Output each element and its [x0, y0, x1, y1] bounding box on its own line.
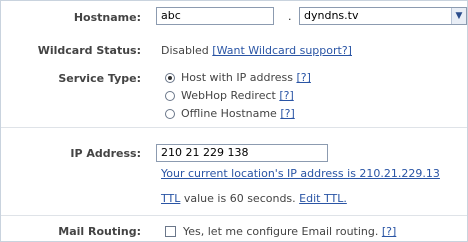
divider: [1, 127, 467, 128]
ttl-info: TTL value is 60 seconds. Edit TTL.: [161, 192, 347, 205]
wildcard-support-link[interactable]: [Want Wildcard support?]: [212, 44, 352, 57]
domain-select-value: dyndns.tv: [304, 9, 359, 22]
wildcard-label: Wildcard Status:: [37, 44, 141, 57]
radio-host-with-ip[interactable]: [165, 73, 175, 83]
wildcard-status: Disabled [Want Wildcard support?]: [161, 44, 352, 57]
option-webhop: WebHop Redirect [?]: [181, 89, 294, 102]
hostname-dot: .: [288, 10, 292, 23]
service-type-label: Service Type:: [58, 72, 141, 85]
hostname-input[interactable]: abc: [156, 7, 274, 25]
mail-routing-checkbox-label: Yes, let me configure Email routing.: [183, 225, 379, 238]
option-host-with-ip-label: Host with IP address: [181, 71, 293, 84]
ip-address-input[interactable]: 210 21 229 138: [156, 144, 328, 162]
radio-webhop[interactable]: [165, 91, 175, 101]
option-offline: Offline Hostname [?]: [181, 107, 295, 120]
ttl-link[interactable]: TTL: [161, 192, 180, 205]
current-ip-link[interactable]: Your current location's IP address is 21…: [161, 167, 440, 180]
hostname-label: Hostname:: [73, 11, 141, 24]
mail-routing-label: Mail Routing:: [58, 225, 141, 238]
option-webhop-label: WebHop Redirect: [181, 89, 276, 102]
help-link-mail[interactable]: [?]: [382, 225, 396, 238]
edit-ttl-link[interactable]: Edit TTL.: [299, 192, 347, 205]
domain-select[interactable]: dyndns.tv ▼: [299, 7, 467, 25]
help-link-offline[interactable]: [?]: [280, 107, 294, 120]
dns-host-form: Hostname: abc . dyndns.tv ▼ Wildcard Sta…: [0, 0, 468, 242]
help-link-host[interactable]: [?]: [296, 71, 310, 84]
radio-offline[interactable]: [165, 109, 175, 119]
ip-address-label: IP Address:: [70, 147, 141, 160]
divider: [1, 215, 467, 216]
help-link-webhop[interactable]: [?]: [279, 89, 293, 102]
option-offline-label: Offline Hostname: [181, 107, 277, 120]
mail-routing-option: Yes, let me configure Email routing. [?]: [183, 225, 396, 238]
mail-routing-checkbox[interactable]: [165, 226, 176, 237]
chevron-down-icon[interactable]: ▼: [451, 8, 466, 24]
ttl-text: value is 60 seconds.: [183, 192, 296, 205]
wildcard-status-text: Disabled: [161, 44, 209, 57]
option-host-with-ip: Host with IP address [?]: [181, 71, 311, 84]
